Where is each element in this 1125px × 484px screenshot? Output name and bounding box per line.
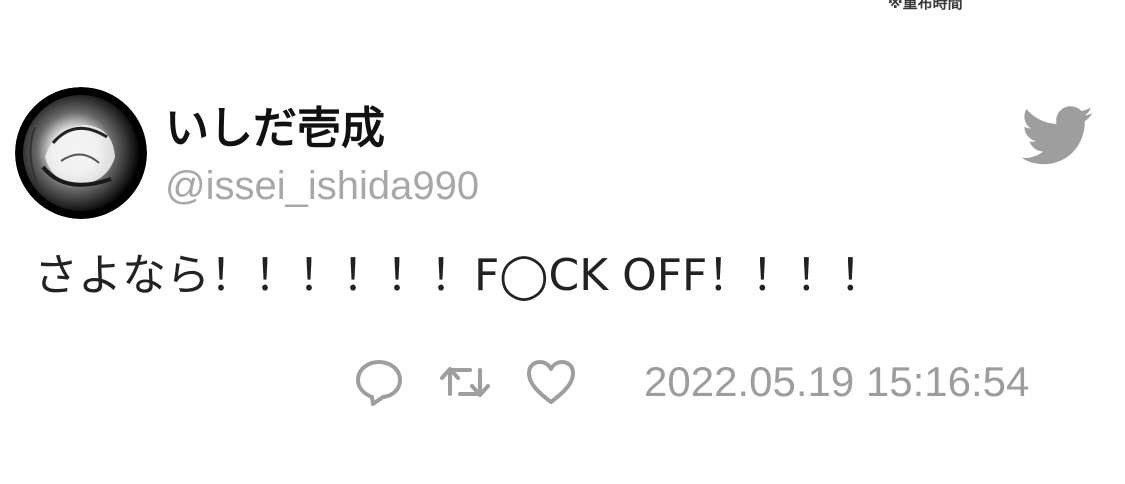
retweet-icon[interactable]	[438, 355, 492, 409]
reply-icon[interactable]	[352, 355, 406, 409]
tweet-text: さよなら！！！！！！F◯CK OFF！！！！	[34, 250, 884, 301]
tweet-timestamp: 2022.05.19 15:16:54	[644, 358, 1030, 405]
avatar[interactable]	[15, 87, 147, 219]
author-display-name[interactable]: いしだ壱成	[165, 102, 385, 156]
like-icon[interactable]	[524, 355, 578, 409]
header-note: ※重布時間	[888, 0, 963, 12]
tweet-action-bar: 2022.05.19 15:16:54	[352, 352, 1029, 412]
twitter-bird-icon	[1022, 106, 1093, 165]
author-handle[interactable]: @issei_ishida990	[165, 162, 479, 210]
